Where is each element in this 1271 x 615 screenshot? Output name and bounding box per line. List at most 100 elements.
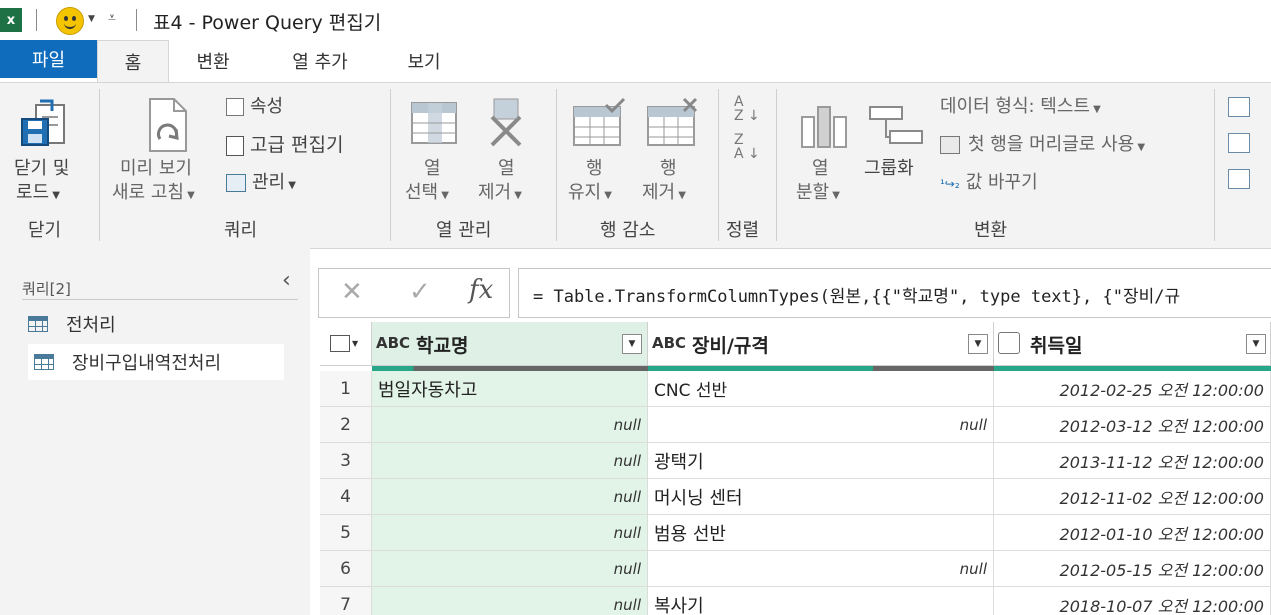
close-load-button[interactable]: 로드 ▼ [16,181,60,208]
merge-queries-icon[interactable] [1228,97,1250,117]
table-menu-corner[interactable]: ▼ [320,322,372,366]
cell-school[interactable]: null [372,551,648,587]
keep-rows-icon[interactable] [572,97,626,147]
refresh-preview-button[interactable]: 새로 고침 ▼ [112,181,195,208]
column-header-school[interactable]: ABC 학교명 ▼ [372,322,648,366]
append-queries-icon[interactable] [1228,133,1250,153]
group-by-button[interactable]: 그룹화 [864,157,914,181]
properties-button[interactable]: 속성 [226,95,283,119]
cell-equipment[interactable]: 머시닝 센터 [648,479,994,515]
cell-school[interactable]: null [372,443,648,479]
row-number[interactable]: 3 [320,443,372,479]
chevron-down-icon: ▼ [438,190,449,201]
remove-columns-button[interactable]: 제거 ▼ [478,181,522,208]
combine-files-icon[interactable] [1228,169,1250,189]
header-row-icon [940,136,960,154]
keep-rows-button[interactable]: 유지 ▼ [568,181,612,208]
cell-date[interactable]: 2013-11-12 오전 12:00:00 [994,443,1271,479]
choose-columns-icon[interactable] [410,101,458,145]
cell-date[interactable]: 2018-10-07 오전 12:00:00 [994,587,1271,615]
remove-rows-icon[interactable] [646,97,700,147]
combine-icons [1228,97,1258,189]
close-load-icon[interactable] [18,97,70,151]
group-label-transform: 변환 [974,220,1008,241]
queries-header-divider [22,299,298,300]
split-column-button[interactable]: 분할 ▼ [796,181,840,208]
query-item-equipment[interactable]: 장비구입내역전처리 [28,344,284,380]
choose-columns-button[interactable]: 선택 ▼ [405,181,449,208]
row-number[interactable]: 7 [320,587,372,615]
sort-ascending-icon[interactable]: AZ ↓ [734,95,764,123]
data-type-dropdown[interactable]: 데이터 형식: 텍스트 ▼ [940,95,1101,122]
cell-date[interactable]: 2012-02-25 오전 12:00:00 [994,371,1271,407]
column-title: 취득일 [1030,335,1083,357]
refresh-preview-label-1[interactable]: 미리 보기 [120,157,192,181]
table-icon [28,316,48,332]
cell-date[interactable]: 2012-11-02 오전 12:00:00 [994,479,1271,515]
row-number[interactable]: 4 [320,479,372,515]
row-number[interactable]: 1 [320,371,372,407]
replace-values-button[interactable]: ¹↪₂ 값 바꾸기 [940,171,1038,196]
manage-table-icon [226,174,246,192]
split-column-icon[interactable] [798,97,850,149]
refresh-preview-label-2: 새로 고침 [112,182,184,203]
cell-school[interactable]: null [372,587,648,615]
tab-view[interactable]: 보기 [388,40,460,82]
tab-add-column[interactable]: 열 추가 [270,40,370,82]
cell-school[interactable]: 범일자동차고 [372,371,648,407]
remove-columns-label-1[interactable]: 열 [498,157,515,181]
cell-equipment[interactable]: 복사기 [648,587,994,615]
cell-school[interactable]: null [372,515,648,551]
refresh-preview-icon[interactable] [146,97,192,153]
manage-button[interactable]: 관리 ▼ [226,171,296,198]
cell-equipment[interactable]: 광택기 [648,443,994,479]
keep-rows-label-1[interactable]: 행 [586,157,603,181]
filter-dropdown-icon[interactable]: ▼ [1246,334,1266,354]
cell-equipment[interactable]: null [648,407,994,443]
table-row: 6 null null 2012-05-15 오전 12:00:00 [320,551,1271,587]
choose-columns-label-1[interactable]: 열 [424,157,441,181]
replace-values-label: 값 바꾸기 [965,172,1038,193]
remove-columns-icon[interactable] [486,97,526,147]
type-text-icon: ABC [376,334,411,352]
table-row: 4 null 머시닝 센터 2012-11-02 오전 12:00:00 [320,479,1271,515]
cell-date[interactable]: 2012-03-12 오전 12:00:00 [994,407,1271,443]
cell-date[interactable]: 2012-05-15 오전 12:00:00 [994,551,1271,587]
cell-equipment[interactable]: null [648,551,994,587]
row-number[interactable]: 6 [320,551,372,587]
tab-file[interactable]: 파일 [0,40,97,78]
sort-descending-icon[interactable]: ZA ↓ [734,133,764,161]
cell-date[interactable]: 2012-01-10 오전 12:00:00 [994,515,1271,551]
collapse-pane-icon[interactable]: ‹ [282,268,291,293]
tab-home[interactable]: 홈 [97,40,169,83]
filter-dropdown-icon[interactable]: ▼ [968,334,988,354]
group-by-icon[interactable] [868,103,924,147]
cell-school[interactable]: null [372,479,648,515]
cell-school[interactable]: null [372,407,648,443]
confirm-icon[interactable]: ✓ [409,277,431,307]
query-item-preprocess[interactable]: 전처리 [28,306,278,342]
cancel-icon[interactable]: ✕ [341,277,363,307]
row-number[interactable]: 5 [320,515,372,551]
cell-equipment[interactable]: CNC 선반 [648,371,994,407]
advanced-editor-button[interactable]: 고급 편집기 [226,133,343,157]
quick-access-customize-icon[interactable]: ⩡ [108,10,116,26]
smiley-dropdown-icon[interactable]: ▼ [88,14,95,24]
chevron-down-icon: ▼ [829,190,840,201]
tab-transform[interactable]: 변환 [172,40,254,82]
title-bar: x ▼ ⩡ 표4 - Power Query 편집기 [0,0,1271,40]
use-first-row-header-button[interactable]: 첫 행을 머리글로 사용 ▼ [940,133,1145,160]
feedback-smiley-icon[interactable] [56,7,84,35]
fx-icon[interactable]: fx [469,275,493,305]
remove-rows-label-1[interactable]: 행 [660,157,677,181]
row-number[interactable]: 2 [320,407,372,443]
column-header-acquired-date[interactable]: 취득일 ▼ [994,322,1271,366]
column-header-equipment[interactable]: ABC 장비/규격 ▼ [648,322,994,366]
formula-input[interactable]: = Table.TransformColumnTypes(원본,{{"학교명",… [518,268,1271,318]
group-label-reduce-rows: 행 감소 [600,220,656,241]
filter-dropdown-icon[interactable]: ▼ [622,334,642,354]
close-load-label-1[interactable]: 닫기 및 [14,157,69,181]
split-column-label-1[interactable]: 열 [812,157,829,181]
remove-rows-button[interactable]: 제거 ▼ [642,181,686,208]
cell-equipment[interactable]: 범용 선반 [648,515,994,551]
